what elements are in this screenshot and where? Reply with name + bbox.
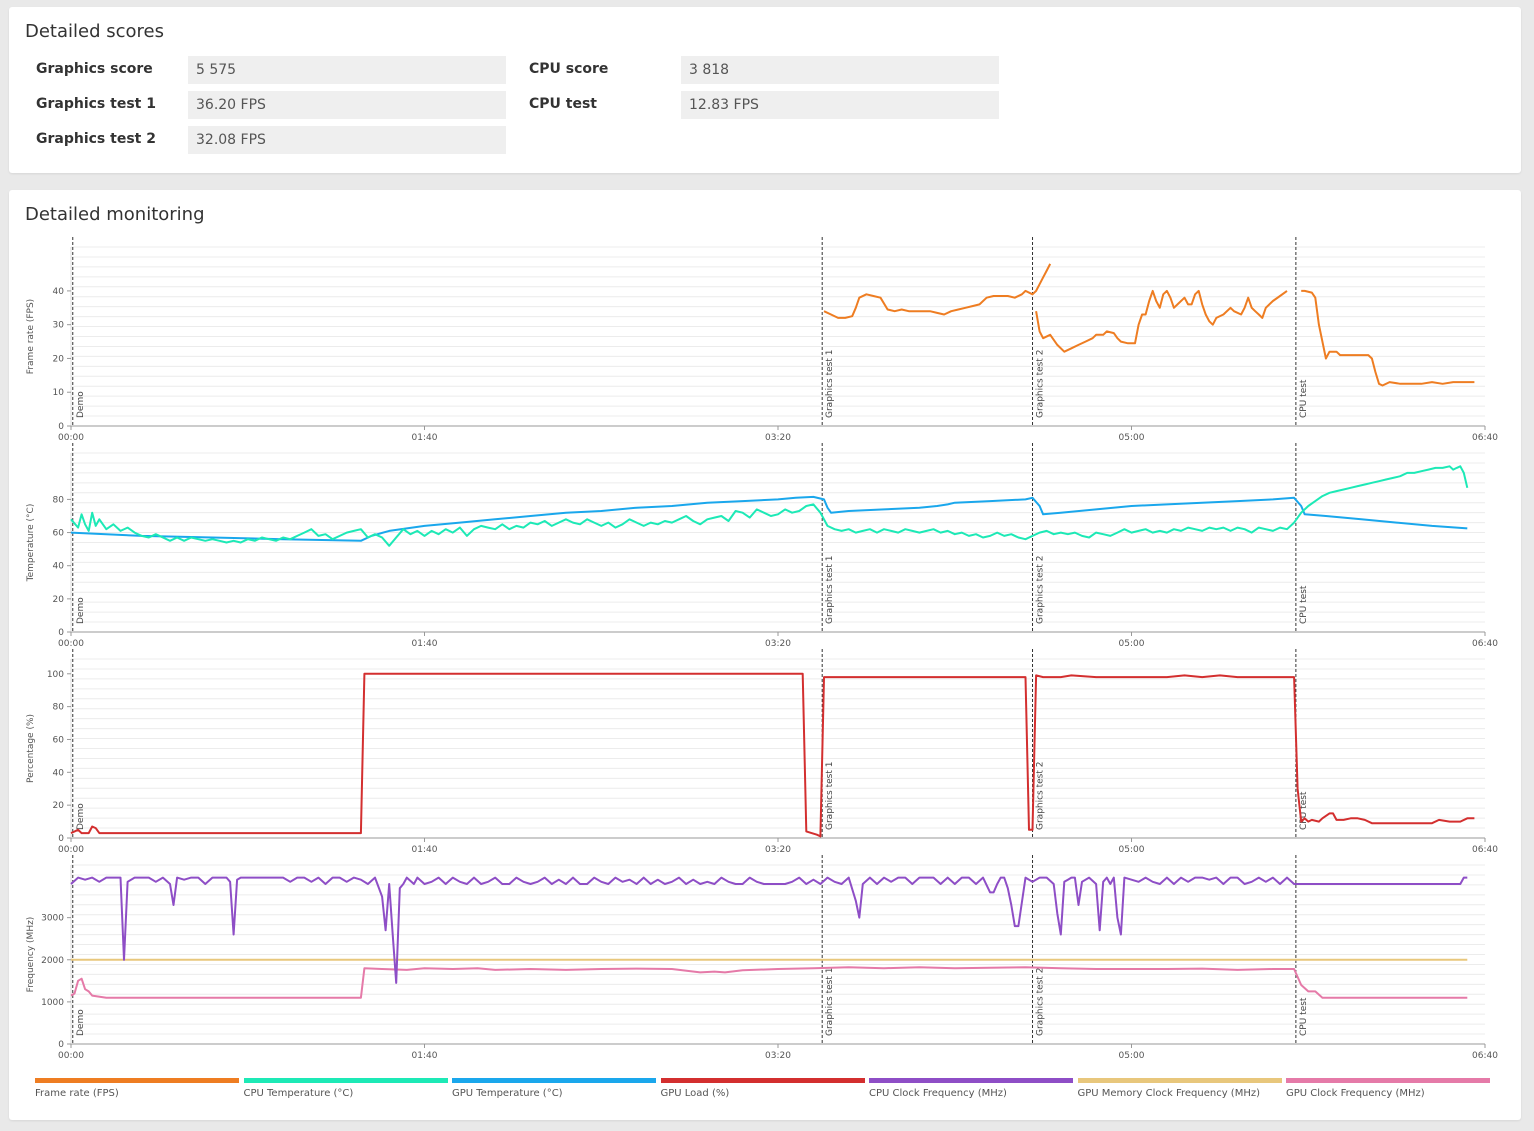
detailed-scores-panel: Detailed scores Graphics score 5 575 Gra… [9, 7, 1521, 173]
graphics-test-2-label: Graphics test 2 [36, 131, 156, 147]
legend-swatch [243, 1078, 448, 1083]
cpu-test-label: CPU test [529, 96, 597, 112]
graphics-test-1-label: Graphics test 1 [36, 96, 156, 112]
y-tick-label: 20 [53, 595, 65, 605]
legend-label: GPU Memory Clock Frequency (MHz) [1077, 1088, 1261, 1099]
y-tick-label: 30 [53, 321, 65, 331]
cpu-score-value: 3 818 [681, 56, 999, 84]
series-line-fps [1301, 289, 1475, 387]
y-tick-label: 0 [58, 1040, 64, 1050]
legend-label: GPU Load (%) [660, 1088, 730, 1099]
series-line-gpu_clock [70, 966, 1468, 999]
test-marker-label: Demo [76, 1009, 86, 1036]
legend-swatch [1077, 1078, 1282, 1083]
y-tick-label: 100 [47, 670, 64, 680]
test-marker-label: Demo [76, 803, 86, 830]
y-tick-label: 80 [53, 495, 65, 505]
legend-label: GPU Temperature (°C) [452, 1088, 563, 1099]
x-tick-label: 01:40 [412, 433, 438, 443]
x-tick-label: 06:40 [1472, 639, 1498, 649]
y-tick-label: 2000 [41, 956, 64, 966]
x-tick-label: 03:20 [765, 1051, 791, 1061]
legend-label: CPU Temperature (°C) [243, 1088, 354, 1099]
x-tick-label: 06:40 [1472, 845, 1498, 855]
y-tick-label: 0 [58, 422, 64, 432]
y-tick-label: 40 [53, 287, 65, 297]
y-tick-label: 40 [53, 768, 65, 778]
series-line-fps [1035, 289, 1288, 353]
series-line-cpu_temp [70, 465, 1469, 547]
chart-panel-3: 0 1000 2000 3000 Frequency (MHz) 00:00 01:40 03… [26, 855, 1498, 1061]
test-marker-label: Demo [76, 391, 86, 418]
legend-swatch [660, 1078, 865, 1083]
test-marker-label: Graphics test 1 [825, 762, 835, 830]
x-tick-label: 01:40 [412, 1051, 438, 1061]
test-marker-label: CPU test [1299, 585, 1309, 624]
x-tick-label: 05:00 [1119, 845, 1145, 855]
y-axis-label: Temperature (°C) [26, 504, 36, 583]
series-line-gpu_temp [70, 495, 1468, 542]
y-tick-label: 60 [53, 735, 65, 745]
y-tick-label: 10 [53, 388, 65, 398]
cpu-test-value: 12.83 FPS [681, 91, 999, 119]
series-line-fps [823, 263, 1052, 319]
legend-swatch [452, 1078, 656, 1083]
y-tick-label: 1000 [41, 998, 64, 1008]
y-axis-label: Frame rate (FPS) [26, 299, 36, 374]
series-line-cpu_clock [70, 876, 1468, 984]
y-axis-label: Frequency (MHz) [26, 917, 36, 993]
test-marker-label: Graphics test 1 [825, 556, 835, 624]
legend-swatch [35, 1078, 239, 1083]
detailed-scores-title: Detailed scores [25, 21, 164, 42]
y-tick-label: 80 [53, 703, 65, 713]
test-marker-label: Graphics test 2 [1036, 968, 1046, 1036]
x-tick-label: 06:40 [1472, 433, 1498, 443]
x-tick-label: 00:00 [58, 1051, 84, 1061]
y-tick-label: 20 [53, 801, 65, 811]
chart-panel-0: 0 10 20 30 40 Frame rate (FPS) 00:00 01:40 03:20… [26, 237, 1498, 443]
x-tick-label: 05:00 [1119, 433, 1145, 443]
y-tick-label: 3000 [41, 914, 64, 924]
series-line-gpu_load [70, 672, 1475, 838]
y-tick-label: 40 [53, 562, 65, 572]
test-marker-label: Demo [76, 597, 86, 624]
test-marker-label: Graphics test 2 [1036, 350, 1046, 418]
graphics-score-label: Graphics score [36, 61, 153, 77]
legend-label: CPU Clock Frequency (MHz) [869, 1088, 1007, 1099]
monitoring-charts: 0 10 20 30 40 Frame rate (FPS) 00:00 01:40 03:20… [26, 237, 1498, 1061]
test-marker-label: CPU test [1299, 997, 1309, 1036]
test-marker-label: CPU test [1299, 379, 1309, 418]
test-marker-label: Graphics test 1 [825, 968, 835, 1036]
graphics-test-2-value: 32.08 FPS [188, 126, 506, 154]
y-tick-label: 20 [53, 354, 65, 364]
x-tick-label: 05:00 [1119, 639, 1145, 649]
x-tick-label: 03:20 [765, 639, 791, 649]
detailed-monitoring-panel: Detailed monitoring 0 10 20 30 40 Frame rate … [9, 190, 1521, 1120]
x-tick-label: 01:40 [412, 845, 438, 855]
legend-swatch [1286, 1078, 1490, 1083]
x-tick-label: 00:00 [58, 639, 84, 649]
y-tick-label: 60 [53, 529, 65, 539]
x-tick-label: 03:20 [765, 845, 791, 855]
y-tick-label: 0 [58, 834, 64, 844]
x-tick-label: 05:00 [1119, 1051, 1145, 1061]
x-tick-label: 00:00 [58, 845, 84, 855]
x-tick-label: 01:40 [412, 639, 438, 649]
x-tick-label: 03:20 [765, 433, 791, 443]
chart-panel-1: 0 20 40 60 80 Temperature (°C) 00:00 01:40 03:20… [26, 443, 1498, 649]
y-tick-label: 0 [58, 628, 64, 638]
x-tick-label: 00:00 [58, 433, 84, 443]
test-marker-label: Graphics test 2 [1036, 762, 1046, 830]
x-tick-label: 06:40 [1472, 1051, 1498, 1061]
legend-label: GPU Clock Frequency (MHz) [1286, 1088, 1425, 1099]
legend-swatch [869, 1078, 1073, 1083]
test-marker-label: Graphics test 2 [1036, 556, 1046, 624]
y-axis-label: Percentage (%) [26, 714, 36, 783]
legend-label: Frame rate (FPS) [35, 1088, 119, 1099]
test-marker-label: Graphics test 1 [825, 350, 835, 418]
graphics-score-value: 5 575 [188, 56, 506, 84]
graphics-test-1-value: 36.20 FPS [188, 91, 506, 119]
chart-panel-2: 0 20 40 60 80 100 Percentage (%) 00:00 01:40 03:2… [26, 649, 1498, 855]
cpu-score-label: CPU score [529, 61, 609, 77]
